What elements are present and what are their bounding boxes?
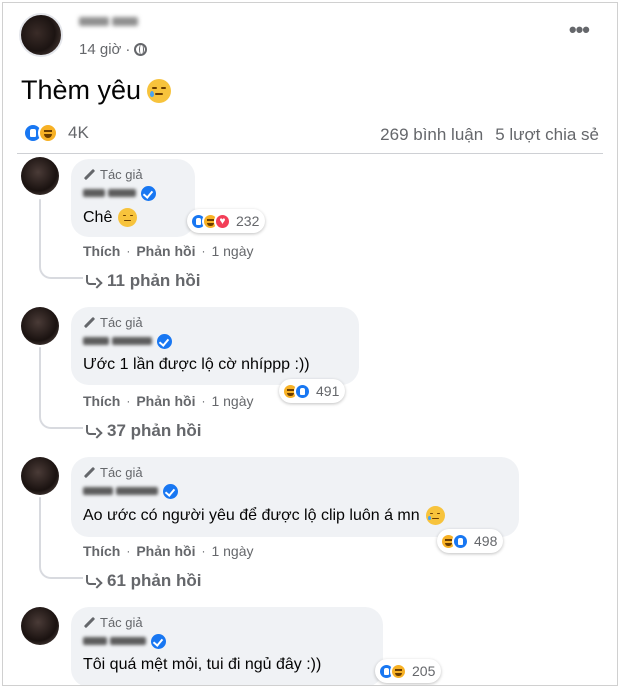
post-stats: 269 bình luận 5 lượt chia sẻ bbox=[380, 125, 599, 145]
comment-actions: Thích · Phản hồi · 1 ngày bbox=[83, 393, 254, 409]
author-badge: Tác giả bbox=[83, 465, 507, 480]
pen-icon bbox=[83, 617, 95, 629]
crying-face-emoji-icon bbox=[147, 78, 172, 103]
haha-reaction-icon bbox=[38, 123, 58, 143]
haha-reaction-icon bbox=[390, 662, 407, 680]
comment-text: Ao ước có người yêu để được lộ clip luôn… bbox=[83, 506, 507, 525]
comment-text: Ước 1 lần được lộ cờ nhíppp :)) bbox=[83, 356, 347, 374]
comment-reactions-pill[interactable]: 232 bbox=[187, 209, 266, 233]
commenter-avatar[interactable] bbox=[21, 607, 59, 645]
shares-count-link[interactable]: 5 lượt chia sẻ bbox=[495, 125, 599, 145]
post-content: Thèm yêu bbox=[21, 75, 172, 106]
thread-line bbox=[39, 199, 41, 259]
comment-reactions-pill[interactable]: 498 bbox=[437, 529, 504, 553]
globe-icon bbox=[134, 43, 148, 56]
pen-icon bbox=[83, 169, 95, 181]
thread-connector bbox=[39, 255, 83, 279]
replies-count: 37 phản hồi bbox=[107, 421, 202, 440]
like-action[interactable]: Thích bbox=[83, 393, 120, 409]
commenter-name-blurred[interactable] bbox=[83, 482, 507, 500]
reply-action[interactable]: Phản hồi bbox=[136, 243, 195, 259]
comment-bubble: Tác giả Ước 1 lần được lộ cờ nhíppp :)) bbox=[71, 307, 359, 385]
comment-bubble: Tác giả Chê bbox=[71, 159, 195, 237]
author-badge: Tác giả bbox=[83, 615, 371, 630]
view-replies-link[interactable]: 61 phản hồi bbox=[85, 571, 201, 591]
post-time-text: 14 giờ bbox=[79, 41, 122, 58]
comment-text: Chê bbox=[83, 208, 183, 227]
more-options-icon[interactable]: ••• bbox=[569, 19, 590, 41]
like-reaction-icon bbox=[452, 532, 469, 550]
pen-icon bbox=[83, 467, 95, 479]
like-reaction-icon bbox=[294, 382, 311, 400]
reply-arrow-icon bbox=[85, 575, 99, 587]
commenter-avatar[interactable] bbox=[21, 457, 59, 495]
comment-time[interactable]: 1 ngày bbox=[211, 543, 253, 559]
reply-arrow-icon bbox=[85, 275, 99, 287]
post-text: Thèm yêu bbox=[21, 75, 142, 105]
view-replies-link[interactable]: 11 phản hồi bbox=[85, 271, 201, 291]
comment-reaction-count: 498 bbox=[474, 533, 498, 549]
post-reactions-summary[interactable]: 4K bbox=[23, 123, 89, 143]
comment-reactions-pill[interactable]: 491 bbox=[279, 379, 346, 403]
commenter-avatar[interactable] bbox=[21, 157, 59, 195]
author-badge-label: Tác giả bbox=[100, 315, 143, 330]
comment-text-content: Ước 1 lần được lộ cờ nhíppp :)) bbox=[83, 356, 310, 373]
comment-bubble: Tác giả Ao ước có người yêu để được lộ c… bbox=[71, 457, 519, 537]
verified-badge-icon bbox=[157, 333, 172, 349]
comment-text-content: Tôi quá mệt mỏi, tui đi ngủ đây :)) bbox=[83, 656, 322, 673]
author-badge: Tác giả bbox=[83, 167, 183, 182]
comment-bubble: Tác giả Tôi quá mệt mỏi, tui đi ngủ đây … bbox=[71, 607, 383, 685]
thread-connector bbox=[39, 555, 83, 579]
expressionless-face-emoji-icon bbox=[118, 208, 138, 227]
comment-reaction-count: 205 bbox=[412, 663, 436, 679]
post-author-avatar[interactable] bbox=[19, 13, 63, 57]
author-badge-label: Tác giả bbox=[100, 465, 143, 480]
crying-face-emoji-icon bbox=[425, 506, 445, 525]
like-action[interactable]: Thích bbox=[83, 543, 120, 559]
pen-icon bbox=[83, 317, 95, 329]
author-badge-label: Tác giả bbox=[100, 615, 143, 630]
commenter-name-blurred[interactable] bbox=[83, 332, 347, 350]
author-badge: Tác giả bbox=[83, 315, 347, 330]
thread-line bbox=[39, 347, 41, 409]
comment-text: Tôi quá mệt mỏi, tui đi ngủ đây :)) bbox=[83, 656, 371, 674]
love-reaction-icon bbox=[214, 212, 231, 230]
verified-badge-icon bbox=[163, 483, 178, 499]
comment-actions: Thích · Phản hồi · 1 ngày bbox=[83, 543, 254, 559]
comment-reactions-pill[interactable]: 205 bbox=[375, 659, 442, 683]
thread-line bbox=[39, 497, 41, 559]
reactions-count: 4K bbox=[68, 123, 89, 142]
replies-count: 61 phản hồi bbox=[107, 571, 202, 590]
verified-badge-icon bbox=[151, 633, 166, 649]
post-author-name-blurred[interactable] bbox=[79, 13, 167, 29]
reply-action[interactable]: Phản hồi bbox=[136, 393, 195, 409]
thread-connector bbox=[39, 405, 83, 429]
comment-text-content: Ao ước có người yêu để được lộ clip luôn… bbox=[83, 506, 420, 524]
post-timestamp[interactable]: 14 giờ · bbox=[79, 41, 148, 58]
facebook-post-screenshot: 14 giờ · ••• Thèm yêu 4K 269 bình luận 5… bbox=[2, 2, 618, 686]
reply-arrow-icon bbox=[85, 425, 99, 437]
commenter-name-blurred[interactable] bbox=[83, 184, 183, 202]
author-badge-label: Tác giả bbox=[100, 167, 143, 182]
comment-time[interactable]: 1 ngày bbox=[211, 393, 253, 409]
commenter-avatar[interactable] bbox=[21, 307, 59, 345]
commenter-name-blurred[interactable] bbox=[83, 632, 371, 650]
comment-time[interactable]: 1 ngày bbox=[211, 243, 253, 259]
comment-reaction-count: 491 bbox=[316, 383, 340, 399]
replies-count: 11 phản hồi bbox=[107, 271, 201, 290]
divider bbox=[17, 153, 603, 154]
comment-actions: Thích · Phản hồi · 1 ngày bbox=[83, 243, 254, 259]
verified-badge-icon bbox=[141, 185, 156, 201]
reply-action[interactable]: Phản hồi bbox=[136, 543, 195, 559]
comment-text-content: Chê bbox=[83, 208, 113, 226]
comment-reaction-count: 232 bbox=[236, 213, 260, 229]
like-action[interactable]: Thích bbox=[83, 243, 120, 259]
view-replies-link[interactable]: 37 phản hồi bbox=[85, 421, 201, 441]
comments-count-link[interactable]: 269 bình luận bbox=[380, 125, 483, 145]
